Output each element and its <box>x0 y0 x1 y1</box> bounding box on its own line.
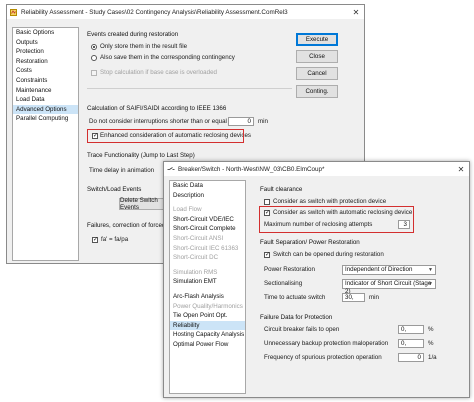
nav-item[interactable]: Tie Open Point Opt. <box>170 311 245 321</box>
chevron-down-icon: ▼ <box>428 267 433 273</box>
cb-fails-label: Circuit breaker fails to open <box>264 326 340 333</box>
breaker-switch-window: Breaker/Switch - North-West\NW_03\CB0.El… <box>163 161 470 398</box>
unnecessary-input[interactable]: 0, <box>398 339 424 348</box>
nav-item[interactable]: Basic Options <box>13 28 78 38</box>
time-actuate-input[interactable]: 30, <box>342 293 365 302</box>
execute-button[interactable]: Execute <box>296 33 338 46</box>
breaker-icon <box>167 166 175 173</box>
separation-group-label: Fault Separation/ Power Restoration <box>260 239 360 246</box>
saifi-group-label: Calculation of SAIFI/SAIDI according to … <box>87 105 227 112</box>
nav-item[interactable]: Simulation RMS <box>170 268 245 278</box>
spurious-label: Frequency of spurious protection operati… <box>264 354 382 361</box>
nav-item[interactable]: Short-Circuit IEC 61363 <box>170 244 245 254</box>
nav-item[interactable]: Constraints <box>13 76 78 86</box>
interruptions-label: Do not consider interruptions shorter th… <box>89 118 234 125</box>
reliability-icon <box>10 8 17 16</box>
nav-item[interactable]: Advanced Options <box>13 104 78 115</box>
sectionalising-label: Sectionalising <box>264 280 303 287</box>
breaker-window-title: Breaker/Switch - North-West\NW_03\CB0.El… <box>178 165 325 173</box>
highlight-box-enhanced <box>87 129 244 143</box>
nav-item[interactable]: Short-Circuit DC <box>170 253 245 263</box>
fa-checkbox[interactable]: ✓ <box>92 237 98 243</box>
events-group-label: Events created during restoration <box>87 31 179 38</box>
radio-only-store-label: Only store them in the result file <box>100 43 188 50</box>
nav-item[interactable]: Load Flow <box>170 205 245 215</box>
divider <box>87 88 292 89</box>
interruptions-input[interactable]: 0 <box>228 117 254 126</box>
nav-item[interactable]: Protection <box>13 47 78 57</box>
close-button[interactable]: Close <box>296 50 338 63</box>
cb-fails-unit: % <box>428 326 434 333</box>
close-icon[interactable]: ✕ <box>348 5 364 19</box>
radio-also-save[interactable] <box>91 55 97 61</box>
power-restoration-value: Independent of Direction <box>345 266 413 273</box>
window-title: Reliability Assessment - Study Cases\02 … <box>21 8 288 16</box>
nav-item[interactable]: Short-Circuit Complete <box>170 224 245 234</box>
nav-item[interactable]: Costs <box>13 66 78 76</box>
fa-label: fa' = fa/pa <box>101 236 129 243</box>
nav-item[interactable]: Outputs <box>13 38 78 48</box>
stop-calc-checkbox[interactable] <box>91 70 97 76</box>
contingency-button[interactable]: Conting. <box>296 85 338 98</box>
cancel-button[interactable]: Cancel <box>296 67 338 80</box>
nav-item[interactable]: Simulation EMT <box>170 277 245 287</box>
chevron-down-icon: ▼ <box>428 281 433 287</box>
sectionalising-select[interactable]: Indicator of Short Circuit (Stage 2) ▼ <box>342 279 436 295</box>
nav-item[interactable]: Short-Circuit ANSI <box>170 234 245 244</box>
nav-item[interactable]: Optimal Power Flow <box>170 340 245 350</box>
stop-calc-label: Stop calculation if base case is overloa… <box>100 69 217 76</box>
nav-item[interactable]: Hosting Capacity Analysis <box>170 330 245 340</box>
title-bar-breaker[interactable]: Breaker/Switch - North-West\NW_03\CB0.El… <box>164 162 469 176</box>
switch-opened-checkbox[interactable]: ✓ <box>264 252 270 258</box>
switch-opened-label: Switch can be opened during restoration <box>273 251 384 258</box>
options-nav: Basic Options Outputs Protection Restoratio… <box>12 27 79 261</box>
fault-clearance-label: Fault clearance <box>260 186 303 193</box>
time-delay-label: Time delay in animation <box>89 167 155 174</box>
cb-fails-input[interactable]: 0, <box>398 325 424 334</box>
nav-item[interactable]: Basic Data <box>170 181 245 191</box>
consider-protection-checkbox[interactable] <box>264 199 270 205</box>
nav-item[interactable]: Load Data <box>13 95 78 105</box>
nav-item[interactable]: Restoration <box>13 57 78 67</box>
nav-item[interactable]: Short-Circuit VDE/IEC <box>170 215 245 225</box>
nav-item[interactable]: Description <box>170 191 245 201</box>
radio-also-save-label: Also save them in the corresponding cont… <box>100 54 235 61</box>
title-bar[interactable]: Reliability Assessment - Study Cases\02 … <box>7 5 364 19</box>
spurious-input[interactable]: 0 <box>398 353 424 362</box>
trace-group-label: Trace Functionality (Jump to Last Step) <box>87 152 195 159</box>
unnecessary-label: Unnecessary backup protection maloperati… <box>264 340 389 347</box>
failure-group-label: Failure Data for Protection <box>260 314 333 321</box>
unnecessary-unit: % <box>428 340 434 347</box>
close-icon[interactable]: ✕ <box>453 162 469 176</box>
failures-group-label: Failures, correction of forced o <box>87 222 171 229</box>
time-actuate-label: Time to actuate switch <box>264 294 326 301</box>
consider-protection-label: Consider as switch with protection devic… <box>273 198 387 205</box>
switch-load-group-label: Switch/Load Events <box>87 186 142 193</box>
nav-item[interactable]: Arc-Flash Analysis <box>170 292 245 302</box>
spurious-unit: 1/a <box>428 354 437 361</box>
nav-item[interactable]: Parallel Computing <box>13 114 78 124</box>
nav-item[interactable]: Power Quality/Harmonics <box>170 302 245 312</box>
power-restoration-select[interactable]: Independent of Direction ▼ <box>342 265 436 275</box>
nav-item[interactable]: Maintenance <box>13 86 78 96</box>
nav-item[interactable]: Reliability <box>170 320 245 331</box>
time-actuate-unit: min <box>369 294 379 301</box>
radio-only-store[interactable] <box>91 44 97 50</box>
breaker-nav: Basic Data Description Load Flow Short-Circ… <box>169 180 246 394</box>
power-restoration-label: Power Restoration <box>264 266 315 273</box>
highlight-box-reclosing <box>259 206 414 233</box>
interruptions-unit: min <box>258 118 268 125</box>
